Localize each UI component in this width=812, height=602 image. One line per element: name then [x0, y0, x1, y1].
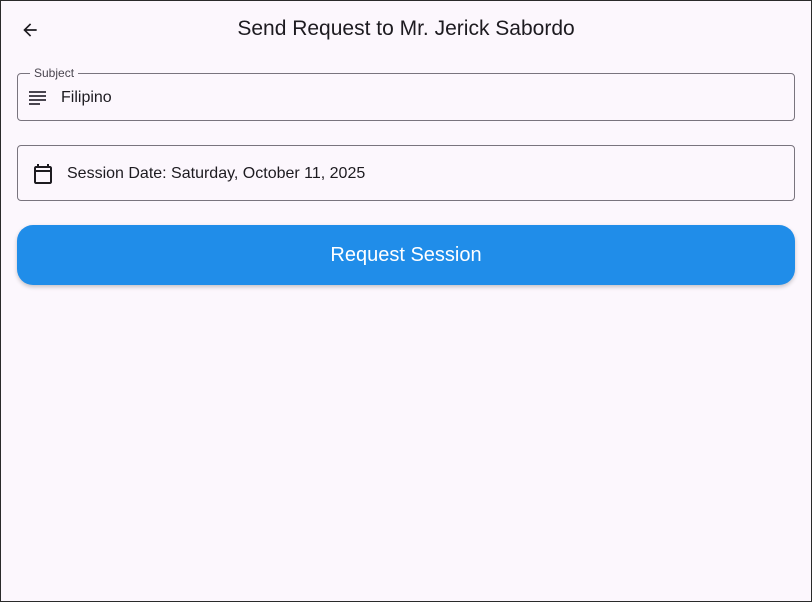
request-session-button[interactable]: Request Session	[17, 225, 795, 285]
subject-value: Filipino	[61, 89, 112, 106]
session-date-field[interactable]: Session Date: Saturday, October 11, 2025	[17, 145, 795, 201]
notes-icon	[29, 91, 46, 105]
app-bar: Send Request to Mr. Jerick Sabordo	[1, 1, 811, 58]
page-title: Send Request to Mr. Jerick Sabordo	[237, 17, 575, 40]
session-date-text: Session Date: Saturday, October 11, 2025	[67, 165, 366, 182]
subject-label: Subject	[30, 66, 79, 80]
subject-field[interactable]: Subject Filipino	[17, 66, 795, 121]
request-session-label: Request Session	[330, 244, 482, 266]
calendar-icon	[34, 164, 52, 184]
